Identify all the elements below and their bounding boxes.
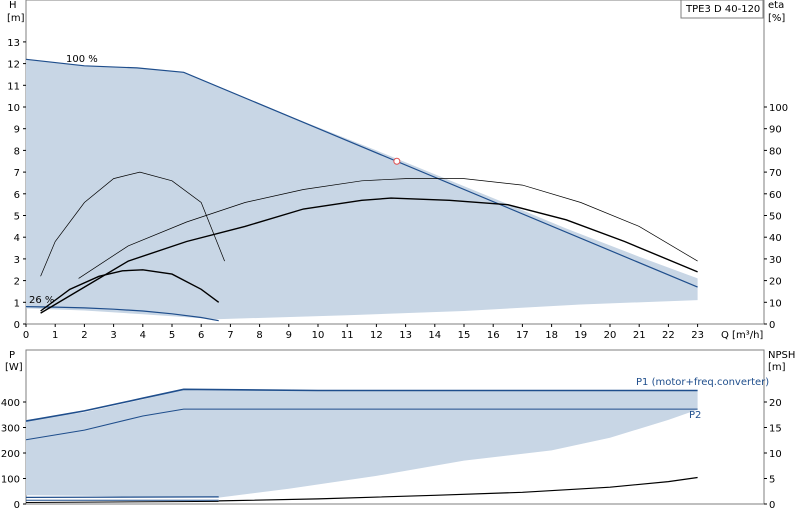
max-speed-label: 100 %: [66, 54, 98, 65]
x-tick-label: 16: [487, 330, 500, 341]
bottom-y2-ticks: 0 5 10 15 20: [764, 398, 782, 511]
bottom-y-axis-unit: [W]: [5, 362, 23, 373]
y-tick-label: 6: [14, 190, 20, 201]
bottom-y-tick-label: 400: [1, 398, 20, 409]
x-tick-label: 9: [286, 330, 292, 341]
x-tick-label: 22: [662, 330, 675, 341]
x-tick-label: 13: [399, 330, 412, 341]
x-tick-label: 3: [110, 330, 116, 341]
bottom-y-tick-label: 200: [1, 449, 20, 460]
x-tick-label: 17: [516, 330, 529, 341]
y-tick-label: 2: [14, 277, 20, 288]
bottom-y2-tick-label: 15: [769, 424, 782, 435]
series-p1-min: [25, 496, 219, 498]
min-speed-label: 26 %: [29, 295, 54, 306]
y-tick-label: 9: [14, 125, 20, 136]
chart-title: TPE3 D 40-120: [685, 4, 760, 15]
top-y-axis-name: H: [9, 0, 17, 11]
bottom-y2-tick-label: 10: [769, 449, 782, 460]
bottom-y2-tick-label: 0: [769, 500, 775, 511]
top-y-ticks: 012345678910111213: [7, 38, 26, 331]
y-tick-label: 10: [7, 103, 20, 114]
y2-tick-label: 100: [769, 103, 788, 114]
bottom-y-tick-label: 300: [1, 424, 20, 435]
x-tick-label: 18: [545, 330, 558, 341]
bottom-y2-tick-label: 5: [769, 475, 775, 486]
y-tick-label: 0: [14, 320, 20, 331]
y2-tick-label: 10: [769, 298, 782, 309]
y2-tick-label: 40: [769, 233, 782, 244]
x-tick-label: 10: [312, 330, 325, 341]
x-tick-label: 12: [370, 330, 383, 341]
x-tick-label: 7: [227, 330, 233, 341]
pump-performance-chart: 0 1 2 3 4 5 6 7 8 9 10 11 12 13 14 15 16 17 18 19 20 21 22 23 0…: [1, 0, 795, 511]
x-tick-label: 11: [341, 330, 354, 341]
y-tick-label: 5: [14, 212, 20, 223]
y-tick-label: 1: [14, 298, 20, 309]
x-tick-label: 8: [256, 330, 262, 341]
x-tick-label: 6: [198, 330, 204, 341]
x-tick-label: 15: [458, 330, 471, 341]
legend-p2: P2: [689, 410, 701, 421]
bottom-y-axis-name: P: [9, 350, 15, 361]
y-tick-label: 3: [14, 255, 20, 266]
x-tick-label: 5: [169, 330, 175, 341]
top-y2-axis-unit: [%]: [768, 13, 785, 24]
y-tick-label: 8: [14, 146, 20, 157]
top-y2-axis-name: eta: [768, 0, 784, 11]
top-y-axis-unit: [m]: [7, 13, 25, 24]
top-x-ticks: 0 1 2 3 4 5 6 7 8 9 10 11 12 13 14 15 16 17 18 19 20 21 22 23: [23, 324, 704, 341]
top-y2-ticks: 0 10 20 30 40 50 60 70 80 90 100: [764, 103, 788, 331]
y2-tick-label: 70: [769, 168, 782, 179]
x-tick-label: 14: [428, 330, 441, 341]
y-tick-label: 11: [7, 81, 20, 92]
y2-tick-label: 90: [769, 125, 782, 136]
bottom-y2-axis-name: NPSH: [768, 350, 795, 361]
bottom-y2-axis-unit: [m]: [768, 362, 786, 373]
bottom-y-tick-label: 100: [1, 475, 20, 486]
x-tick-label: 4: [140, 330, 146, 341]
duty-point-marker: [393, 157, 401, 165]
y2-tick-label: 30: [769, 255, 782, 266]
x-tick-label: 21: [633, 330, 646, 341]
x-tick-label: 20: [604, 330, 617, 341]
x-tick-label: 23: [691, 330, 704, 341]
y-tick-label: 12: [7, 60, 20, 71]
x-tick-label: 19: [574, 330, 587, 341]
y2-tick-label: 50: [769, 212, 782, 223]
y2-tick-label: 0: [769, 320, 775, 331]
y2-tick-label: 60: [769, 190, 782, 201]
x-tick-label: 2: [81, 330, 87, 341]
bottom-y-tick-label: 0: [14, 500, 20, 511]
x-axis-label: Q [m³/h]: [721, 330, 763, 341]
y-tick-label: 4: [14, 233, 20, 244]
x-tick-label: 0: [23, 330, 29, 341]
y2-tick-label: 20: [769, 277, 782, 288]
bottom-y2-tick-label: 20: [769, 398, 782, 409]
bottom-y-ticks: 0 100 200 300 400: [1, 398, 26, 511]
y-tick-label: 7: [14, 168, 20, 179]
y2-tick-label: 80: [769, 146, 782, 157]
legend-p1: P1 (motor+freq.converter): [636, 377, 769, 388]
y-tick-label: 13: [7, 38, 20, 49]
x-tick-label: 1: [52, 330, 58, 341]
